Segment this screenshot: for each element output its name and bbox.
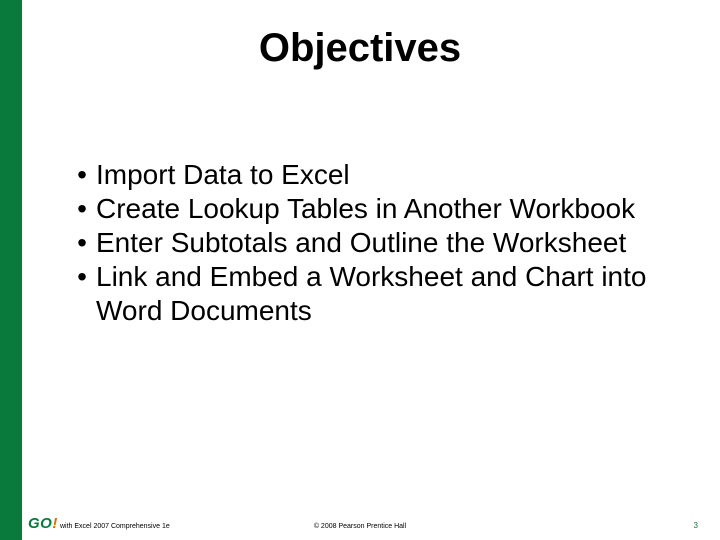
slide: Objectives • Import Data to Excel • Crea…: [0, 0, 720, 540]
bullet-text: Create Lookup Tables in Another Workbook: [96, 192, 635, 226]
list-item: • Create Lookup Tables in Another Workbo…: [68, 192, 668, 226]
bullet-icon: •: [68, 158, 96, 192]
bullet-icon: •: [68, 260, 96, 294]
slide-title: Objectives: [0, 26, 720, 71]
bullet-list: • Import Data to Excel • Create Lookup T…: [68, 158, 668, 328]
bullet-text: Import Data to Excel: [96, 158, 350, 192]
list-item: • Import Data to Excel: [68, 158, 668, 192]
bullet-icon: •: [68, 226, 96, 260]
list-item: • Link and Embed a Worksheet and Chart i…: [68, 260, 668, 328]
page-number: 3: [694, 521, 698, 530]
side-accent-bar: [0, 0, 22, 540]
list-item: • Enter Subtotals and Outline the Worksh…: [68, 226, 668, 260]
bullet-icon: •: [68, 192, 96, 226]
bullet-text: Enter Subtotals and Outline the Workshee…: [96, 226, 626, 260]
bullet-text: Link and Embed a Worksheet and Chart int…: [96, 260, 668, 328]
footer-copyright: © 2008 Pearson Prentice Hall: [0, 523, 720, 530]
